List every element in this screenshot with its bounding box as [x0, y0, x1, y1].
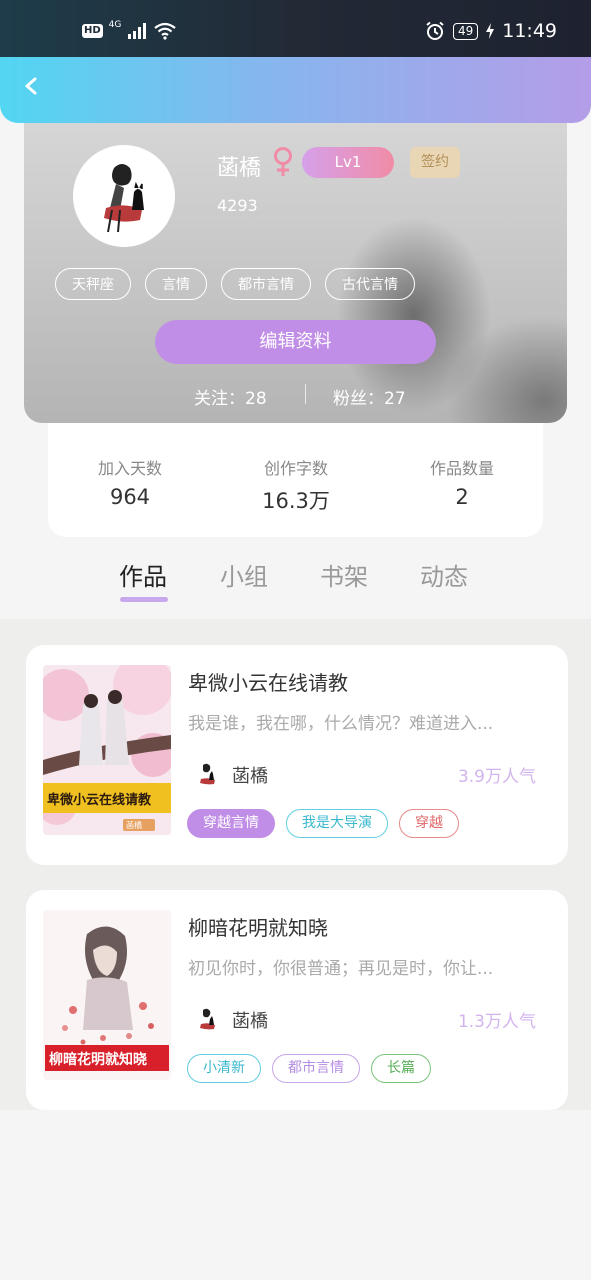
- author-name: 菡橋: [232, 766, 268, 787]
- status-bar: HD 4G 49 11:49: [0, 0, 591, 58]
- avatar[interactable]: [73, 145, 175, 247]
- alarm-icon: [426, 21, 444, 40]
- work-tag[interactable]: 穿越: [399, 809, 459, 838]
- signed-badge: 签约: [410, 147, 460, 178]
- stat-join-days: 加入天数 964: [50, 455, 210, 509]
- tab-works[interactable]: 作品: [119, 557, 167, 592]
- work-card[interactable]: 柳暗花明就知晓 柳暗花明就知晓 初见你时，你很普通；再见是时，你让... 菡橋 …: [26, 890, 568, 1110]
- profile-tag: 古代言情: [325, 268, 415, 300]
- profile-tags: 天秤座 言情 都市言情 古代言情: [55, 268, 415, 300]
- work-tag[interactable]: 长篇: [371, 1054, 431, 1083]
- charging-icon: [486, 23, 495, 39]
- active-tab-indicator: [120, 597, 168, 602]
- back-arrow-icon[interactable]: [22, 77, 40, 95]
- work-tag[interactable]: 小清新: [187, 1054, 261, 1083]
- work-card[interactable]: 卑微小云在线请教 菡橋 卑微小云在线请教 我是谁，我在哪，什么情况？难道进入..…: [26, 645, 568, 865]
- popularity-count: 1.3万人气: [457, 1012, 536, 1032]
- profile-tag: 天秤座: [55, 268, 131, 300]
- profile-tag: 都市言情: [221, 268, 311, 300]
- stat-value: 2: [455, 485, 469, 509]
- stat-value: 964: [109, 485, 151, 509]
- wifi-icon: [154, 22, 177, 40]
- tab-activity[interactable]: 动态: [420, 557, 468, 592]
- edit-profile-button[interactable]: 编辑资料: [155, 320, 436, 364]
- book-cover: 柳暗花明就知晓: [43, 910, 171, 1080]
- profile-card: 菡橋 Lv1 签约 4293 天秤座 言情 都市言情 古代言情 编辑资料 关注：…: [24, 100, 567, 423]
- book-cover: 卑微小云在线请教 菡橋: [43, 665, 171, 835]
- followers-count[interactable]: 粉丝：27: [333, 384, 406, 409]
- following-count[interactable]: 关注：28: [194, 384, 267, 409]
- user-name: 菡橋: [217, 156, 262, 181]
- profile-tag: 言情: [145, 268, 207, 300]
- work-tags: 穿越言情 我是大导演 穿越: [187, 809, 459, 838]
- stat-works-count: 作品数量 2: [382, 455, 542, 509]
- avatar-illustration: [76, 148, 172, 244]
- popularity-count: 3.9万人气: [457, 767, 536, 787]
- work-tag[interactable]: 我是大导演: [286, 809, 388, 838]
- work-title: 卑微小云在线请教: [188, 671, 348, 695]
- book-cover-title: 柳暗花明就知晓: [49, 1052, 147, 1068]
- user-id: 4293: [217, 196, 258, 215]
- tab-bar: 作品 小组 书架 动态: [0, 537, 591, 619]
- stat-label: 加入天数: [97, 459, 162, 478]
- book-cover-art: [43, 665, 171, 835]
- top-header: [0, 57, 591, 123]
- author-name: 菡橋: [232, 1011, 268, 1032]
- work-tags: 小清新 都市言情 长篇: [187, 1054, 431, 1083]
- work-description: 我是谁，我在哪，什么情况？难道进入...: [188, 714, 494, 734]
- female-gender-icon: [274, 147, 292, 176]
- follow-divider: [305, 384, 306, 404]
- author-avatar: [191, 759, 223, 791]
- hd-icon: HD: [82, 24, 103, 38]
- book-cover-title: 卑微小云在线请教: [47, 793, 152, 808]
- stat-word-count: 创作字数 16.3万: [216, 455, 376, 515]
- network-type-label: 4G: [108, 20, 122, 30]
- tab-bookshelf[interactable]: 书架: [320, 557, 368, 592]
- stat-value: 16.3万: [262, 489, 330, 513]
- cellular-signal-icon: [128, 23, 147, 39]
- level-badge: Lv1: [302, 147, 394, 178]
- work-title: 柳暗花明就知晓: [188, 916, 328, 940]
- work-tag[interactable]: 穿越言情: [187, 809, 275, 838]
- status-bar-left: HD 4G: [82, 20, 177, 40]
- status-bar-right: 49 11:49: [425, 20, 557, 42]
- work-description: 初见你时，你很普通；再见是时，你让...: [188, 959, 494, 979]
- author-avatar: [191, 1004, 223, 1036]
- stat-label: 创作字数: [263, 459, 328, 478]
- battery-icon: 49: [452, 22, 479, 40]
- work-tag[interactable]: 都市言情: [272, 1054, 360, 1083]
- clock: 11:49: [502, 20, 557, 42]
- stat-label: 作品数量: [429, 459, 494, 478]
- book-cover-badge: 菡橋: [126, 821, 142, 830]
- tab-groups[interactable]: 小组: [220, 557, 268, 592]
